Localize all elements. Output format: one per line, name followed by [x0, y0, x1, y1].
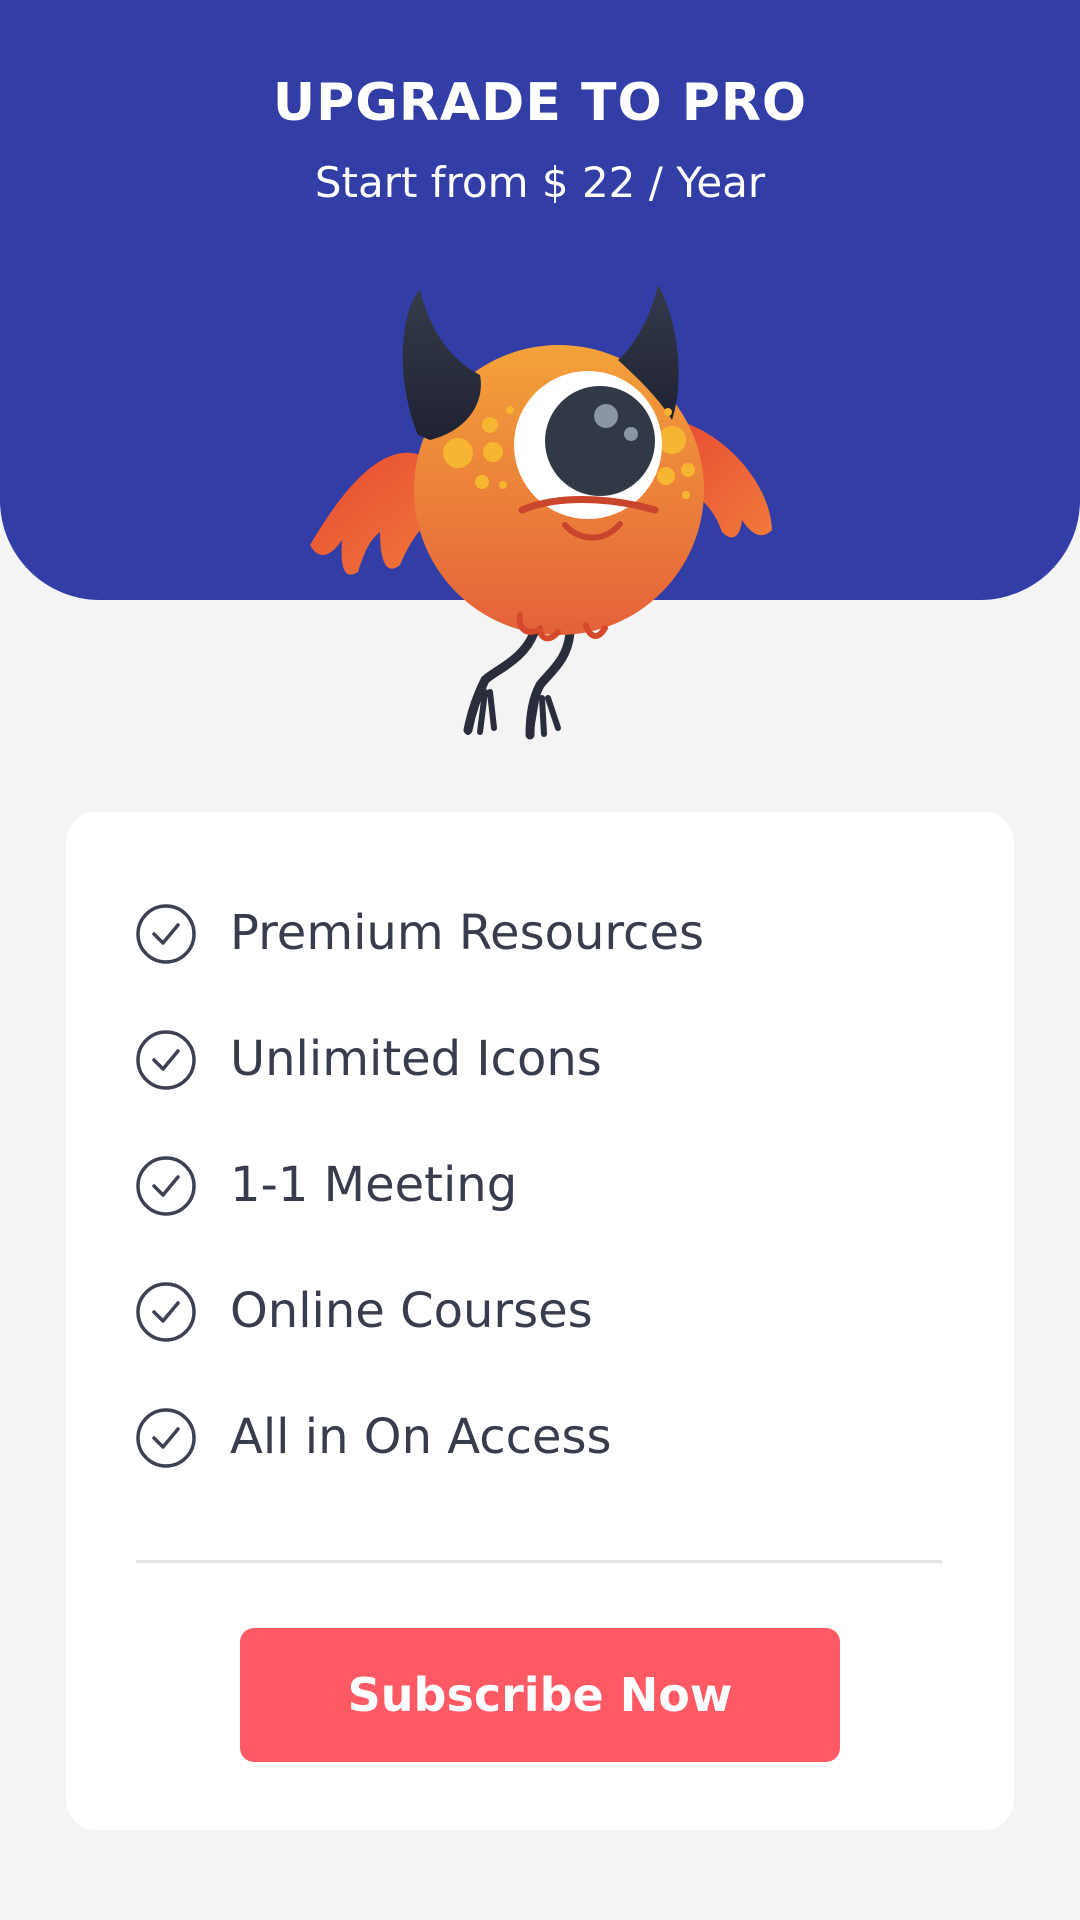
list-item: 1-1 Meeting [136, 1154, 936, 1280]
feature-label: 1-1 Meeting [230, 1157, 518, 1213]
feature-label: All in On Access [230, 1409, 612, 1465]
check-circle-icon [136, 1030, 196, 1090]
list-item: Premium Resources [136, 902, 936, 1028]
divider [136, 1560, 942, 1563]
check-circle-icon [136, 1156, 196, 1216]
subscribe-button[interactable]: Subscribe Now [240, 1628, 840, 1762]
check-circle-icon [136, 1282, 196, 1342]
features-card: Premium Resources Unlimited Icons 1-1 Me… [66, 812, 1014, 1830]
one-eyed-monster-icon [310, 285, 772, 740]
page-title: UPGRADE TO PRO [272, 73, 808, 133]
list-item: Online Courses [136, 1280, 936, 1406]
feature-list: Premium Resources Unlimited Icons 1-1 Me… [136, 902, 936, 1532]
check-circle-icon [136, 1408, 196, 1468]
feature-label: Online Courses [230, 1283, 593, 1339]
list-item: Unlimited Icons [136, 1028, 936, 1154]
feature-label: Unlimited Icons [230, 1031, 602, 1087]
feature-label: Premium Resources [230, 905, 704, 961]
list-item: All in On Access [136, 1406, 936, 1532]
check-circle-icon [136, 904, 196, 964]
price-subtitle: Start from $ 22 / Year [314, 158, 766, 207]
